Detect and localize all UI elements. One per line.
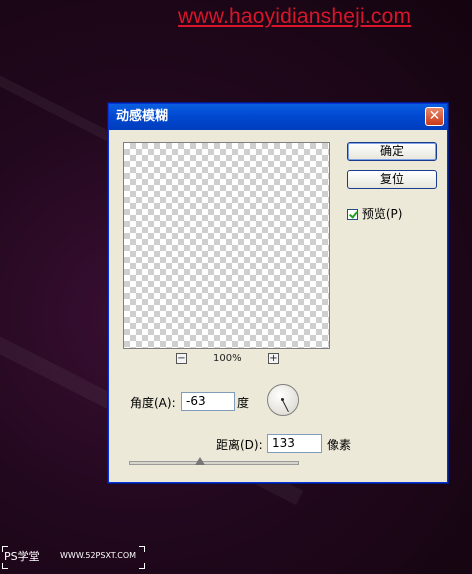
- angle-dial[interactable]: [267, 384, 299, 416]
- distance-slider[interactable]: [129, 461, 299, 465]
- preview-checkbox[interactable]: [347, 209, 358, 220]
- dialog-titlebar[interactable]: 动感模糊 ✕: [109, 104, 447, 130]
- preview-checkbox-label: 预览(P): [361, 207, 403, 221]
- watermark-corner: [139, 546, 145, 552]
- distance-input[interactable]: 133: [267, 434, 322, 453]
- close-button[interactable]: ✕: [425, 107, 444, 126]
- reset-button[interactable]: 复位: [347, 170, 437, 189]
- angle-unit: 度: [237, 396, 250, 410]
- zoom-controls: − 100% +: [123, 353, 330, 367]
- distance-label: 距离(D):: [216, 438, 263, 452]
- watermark-url: www.haoyidiansheji.com: [178, 5, 412, 28]
- watermark-logo: PS学堂: [4, 550, 40, 563]
- watermark-bottom-url: WWW.52PSXT.COM: [60, 551, 137, 560]
- zoom-out-button[interactable]: −: [176, 353, 187, 364]
- distance-unit: 像素: [327, 438, 352, 452]
- angle-dial-needle: [282, 400, 289, 413]
- preview-checkbox-row[interactable]: 预览(P): [347, 205, 402, 222]
- preview-canvas[interactable]: [123, 142, 330, 349]
- zoom-in-button[interactable]: +: [268, 353, 279, 364]
- zoom-level: 100%: [213, 353, 242, 364]
- distance-slider-thumb[interactable]: [195, 457, 206, 465]
- motion-blur-dialog: 动感模糊 ✕ − 100% + 确定 复位 预览(P) 角度(A): -63 度…: [108, 103, 448, 483]
- watermark-corner: [139, 563, 145, 569]
- angle-input[interactable]: -63: [181, 392, 235, 411]
- angle-dial-center: [281, 398, 284, 401]
- dialog-title: 动感模糊: [116, 109, 169, 124]
- ok-button[interactable]: 确定: [347, 142, 437, 161]
- angle-label: 角度(A):: [130, 396, 176, 410]
